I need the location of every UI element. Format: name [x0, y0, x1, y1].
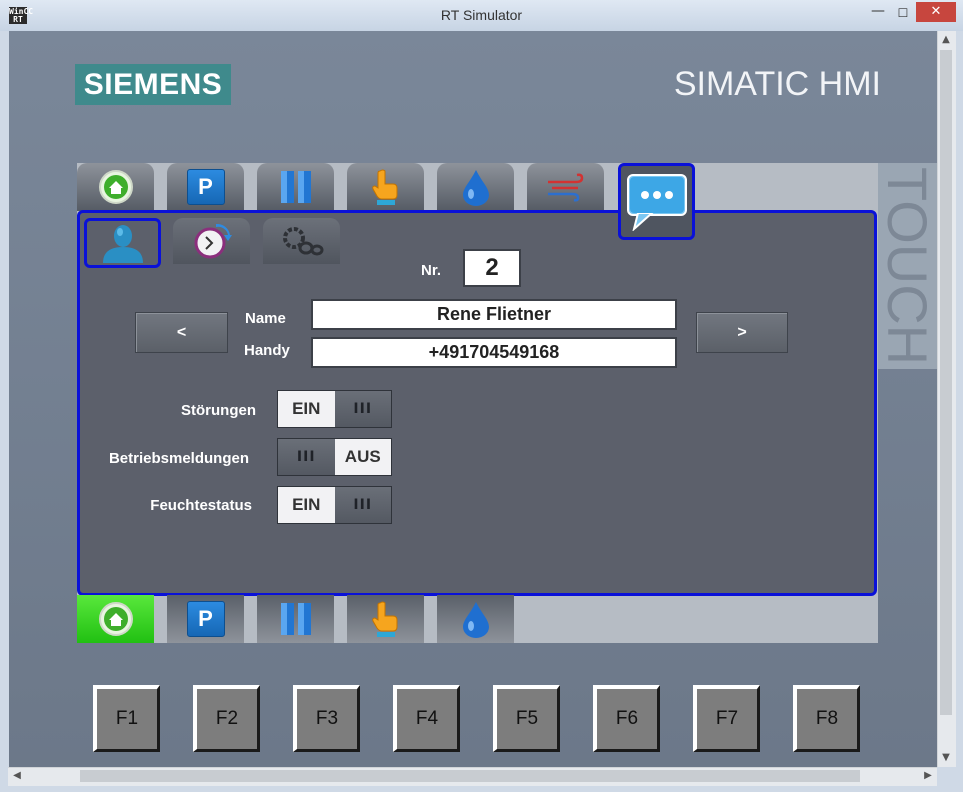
- horizontal-scroll-thumb[interactable]: [80, 770, 860, 782]
- pause-icon: [280, 603, 311, 635]
- nav-tab-pause[interactable]: [257, 163, 334, 211]
- bottom-tab-manual[interactable]: [347, 595, 424, 643]
- toggle-state: EIN: [278, 391, 335, 427]
- name-field[interactable]: Rene Flietner: [311, 299, 677, 330]
- history-clock-icon: [194, 223, 232, 259]
- subtab-history[interactable]: [173, 218, 250, 264]
- water-drop-icon: [462, 602, 489, 638]
- toggle-grip: III: [278, 439, 335, 475]
- water-drop-icon: [462, 170, 489, 206]
- function-key-f4[interactable]: F4: [393, 685, 460, 752]
- toggle-state: AUS: [334, 439, 391, 475]
- chain-icon: [282, 227, 323, 256]
- nav-tab-manual[interactable]: [347, 163, 424, 211]
- phone-label: Handy: [244, 342, 290, 359]
- message-bubble-icon: [626, 173, 687, 231]
- bottom-tab-home[interactable]: [77, 595, 154, 643]
- bottom-tab-pause[interactable]: [257, 595, 334, 643]
- function-key-f7[interactable]: F7: [693, 685, 760, 752]
- function-key-f1[interactable]: F1: [93, 685, 160, 752]
- parking-icon: P: [186, 601, 225, 637]
- toggle-label-stoerungen: Störungen: [181, 402, 256, 419]
- minimize-button[interactable]: —: [866, 4, 890, 22]
- function-key-f2[interactable]: F2: [193, 685, 260, 752]
- person-icon: [102, 225, 143, 263]
- home-icon: [98, 170, 133, 204]
- toggle-grip: III: [334, 487, 391, 523]
- function-key-f6[interactable]: F6: [593, 685, 660, 752]
- siemens-logo: SIEMENS: [75, 64, 231, 105]
- nav-tab-ventilation[interactable]: [527, 163, 604, 211]
- nav-tab-humidity[interactable]: [437, 163, 514, 211]
- scroll-right-icon[interactable]: ▶: [919, 767, 937, 785]
- toggle-grip: III: [334, 391, 391, 427]
- maximize-button[interactable]: ☐: [891, 4, 915, 22]
- product-title: SIMATIC HMI: [673, 65, 881, 103]
- bottom-tab-humidity[interactable]: [437, 595, 514, 643]
- name-label: Name: [245, 310, 286, 327]
- toggle-label-betriebsmeldungen: Betriebsmeldungen: [108, 450, 249, 467]
- hand-pointer-icon: [371, 601, 397, 637]
- window-title: RT Simulator: [440, 7, 523, 23]
- phone-field[interactable]: +491704549168: [311, 337, 677, 368]
- function-key-f5[interactable]: F5: [493, 685, 560, 752]
- scroll-up-icon[interactable]: ▲: [937, 31, 955, 49]
- wind-icon: [547, 173, 583, 202]
- toggle-feuchtestatus[interactable]: EIN III: [277, 486, 392, 524]
- nav-tab-home[interactable]: [77, 163, 154, 211]
- function-key-f3[interactable]: F3: [293, 685, 360, 752]
- scroll-left-icon[interactable]: ◀: [8, 767, 26, 785]
- nav-tab-parking[interactable]: P: [167, 163, 244, 211]
- next-contact-button[interactable]: >: [696, 312, 788, 353]
- scroll-down-icon[interactable]: ▼: [937, 749, 955, 767]
- close-button[interactable]: ✕: [916, 2, 956, 22]
- subtab-contact[interactable]: [84, 218, 161, 268]
- nr-label: Nr.: [421, 262, 442, 279]
- function-key-f8[interactable]: F8: [793, 685, 860, 752]
- subtab-chain[interactable]: [263, 218, 340, 264]
- bottom-tab-parking[interactable]: P: [167, 595, 244, 643]
- toggle-state: EIN: [278, 487, 335, 523]
- toggle-betriebsmeldungen[interactable]: III AUS: [277, 438, 392, 476]
- toggle-stoerungen[interactable]: EIN III: [277, 390, 392, 428]
- toggle-label-feuchtestatus: Feuchtestatus: [150, 497, 252, 514]
- prev-contact-button[interactable]: <: [135, 312, 228, 353]
- touch-label: TOUCH: [876, 166, 939, 366]
- home-icon: [98, 602, 133, 636]
- pause-icon: [280, 171, 311, 203]
- vertical-scroll-thumb[interactable]: [940, 50, 952, 715]
- nr-field[interactable]: 2: [463, 249, 521, 287]
- hand-pointer-icon: [371, 169, 397, 205]
- parking-icon: P: [186, 169, 225, 205]
- nav-tab-messages[interactable]: [618, 163, 695, 240]
